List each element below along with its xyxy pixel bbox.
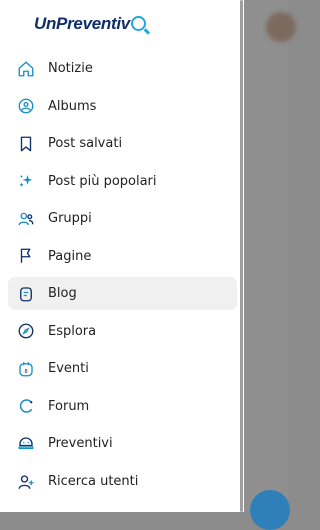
side-drawer: UnPreventiv Notizie Albums Post salvati	[0, 0, 244, 512]
sparkle-icon	[16, 171, 36, 191]
menu-label: Blog	[48, 286, 77, 302]
drawer-menu: Notizie Albums Post salvati Post più pop…	[8, 52, 237, 503]
menu-item-albums[interactable]: Albums	[8, 90, 237, 123]
menu-label: Pagine	[48, 248, 92, 264]
svg-text:8: 8	[24, 369, 27, 375]
menu-label: Forum	[48, 398, 90, 414]
menu-label: Albums	[48, 98, 97, 114]
floating-action-button[interactable]	[250, 490, 290, 530]
forum-icon	[16, 396, 36, 416]
drawer-scrollbar[interactable]	[240, 0, 243, 512]
menu-item-esplora[interactable]: Esplora	[8, 315, 237, 348]
menu-item-ricerca-utenti[interactable]: Ricerca utenti	[8, 465, 237, 498]
menu-label: Notizie	[48, 61, 93, 76]
menu-label: Eventi	[48, 361, 89, 377]
menu-item-gruppi[interactable]: Gruppi	[8, 202, 237, 235]
quote-icon	[16, 434, 36, 454]
menu-label: Ricerca utenti	[48, 474, 139, 490]
menu-item-post-popolari[interactable]: Post più popolari	[8, 165, 237, 198]
menu-item-eventi[interactable]: 8 Eventi	[8, 352, 237, 385]
compass-icon	[16, 321, 36, 341]
group-icon	[16, 209, 36, 229]
menu-item-pagine[interactable]: Pagine	[8, 240, 237, 273]
menu-item-notizie[interactable]: Notizie	[8, 52, 237, 85]
menu-item-preventivi[interactable]: Preventivi	[8, 427, 237, 460]
menu-label: Gruppi	[48, 211, 92, 227]
home-icon	[16, 59, 36, 79]
logo-text: UnPreventiv	[34, 14, 130, 33]
menu-item-blog[interactable]: Blog	[8, 277, 237, 311]
user-search-icon	[16, 472, 36, 492]
menu-label: Preventivi	[48, 436, 113, 452]
album-icon	[16, 96, 36, 116]
menu-item-post-salvati[interactable]: Post salvati	[8, 127, 237, 160]
menu-item-forum[interactable]: Forum	[8, 390, 237, 423]
flag-icon	[16, 246, 36, 266]
app-logo[interactable]: UnPreventiv	[34, 14, 146, 38]
bookmark-icon	[16, 134, 36, 154]
logo-o-icon	[130, 16, 146, 31]
menu-label: Esplora	[48, 323, 97, 339]
avatar	[266, 12, 296, 42]
calendar-icon: 8	[16, 359, 36, 379]
menu-label: Post salvati	[48, 136, 123, 152]
menu-label: Post più popolari	[48, 173, 157, 189]
blog-icon	[16, 284, 36, 304]
